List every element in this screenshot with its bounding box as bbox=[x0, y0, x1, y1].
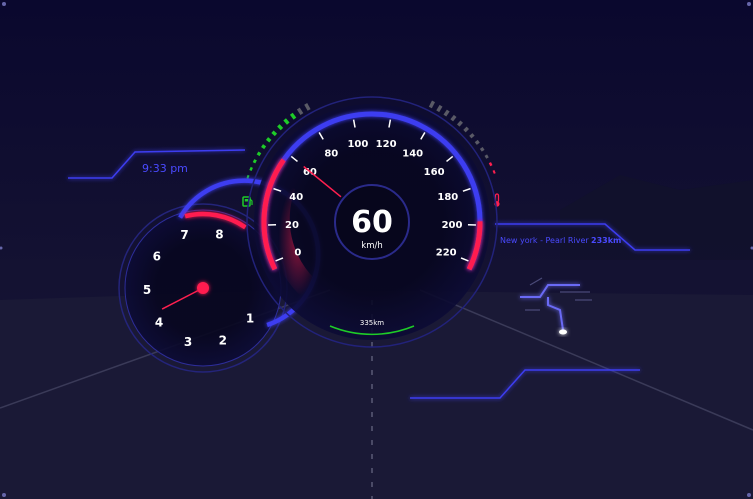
speed-value: 60 bbox=[351, 205, 393, 240]
temperature-segment bbox=[469, 133, 475, 139]
fuel-segment bbox=[256, 151, 262, 157]
fuel-segment bbox=[271, 130, 278, 137]
rpm-tick-label: 3 bbox=[184, 335, 192, 349]
fuel-segment bbox=[252, 159, 257, 164]
rpm-tick-label: 1 bbox=[246, 312, 254, 326]
tachometer-hub bbox=[197, 282, 209, 294]
rpm-tick-label: 8 bbox=[215, 227, 223, 241]
speed-tick-label: 180 bbox=[437, 192, 458, 203]
temperature-segment bbox=[492, 169, 496, 174]
speed-tick-label: 200 bbox=[442, 220, 463, 231]
speed-tick-label: 140 bbox=[402, 149, 423, 160]
temperature-segment bbox=[479, 146, 485, 152]
fuel-segment bbox=[265, 137, 272, 143]
speed-tick-label: 20 bbox=[285, 220, 299, 231]
speed-tick-label: 100 bbox=[347, 139, 368, 150]
rpm-tick-label: 2 bbox=[219, 333, 227, 347]
rpm-tick-label: 6 bbox=[153, 249, 161, 263]
speed-tick-label: 160 bbox=[424, 167, 445, 178]
speed-tick-label: 220 bbox=[436, 248, 457, 259]
route-distance: 233km bbox=[591, 236, 621, 245]
temperature-segment bbox=[474, 139, 480, 145]
corner-handle-top-left[interactable] bbox=[2, 2, 6, 6]
corner-handle-bottom-right[interactable] bbox=[747, 493, 751, 497]
temperature-segment bbox=[484, 154, 489, 159]
fuel-segment bbox=[249, 166, 253, 171]
speed-unit: km/h bbox=[361, 241, 382, 251]
fuel-segment bbox=[246, 174, 250, 179]
range-label: 335km bbox=[360, 319, 384, 327]
speed-tick-label: 120 bbox=[376, 139, 397, 150]
rpm-tick-label: 7 bbox=[180, 228, 188, 242]
dashboard-canvas: 9:33 pm New york - Pearl River 233km 1 2 3… bbox=[0, 0, 753, 499]
route-name: New york - Pearl River bbox=[500, 236, 589, 245]
corner-handle-bottom-left[interactable] bbox=[2, 493, 6, 497]
rpm-tick-label: 4 bbox=[155, 316, 163, 330]
temperature-segment bbox=[488, 162, 493, 167]
speed-tick-label: 80 bbox=[324, 149, 338, 160]
speed-tick-label: 40 bbox=[289, 192, 303, 203]
rpm-tick-label: 5 bbox=[143, 283, 151, 297]
fuel-segment bbox=[261, 144, 267, 150]
corner-handle-top-right[interactable] bbox=[747, 2, 751, 6]
clock-time: 9:33 pm bbox=[142, 162, 188, 175]
temperature-segment bbox=[463, 126, 470, 133]
speed-tick-label: 0 bbox=[294, 248, 301, 259]
